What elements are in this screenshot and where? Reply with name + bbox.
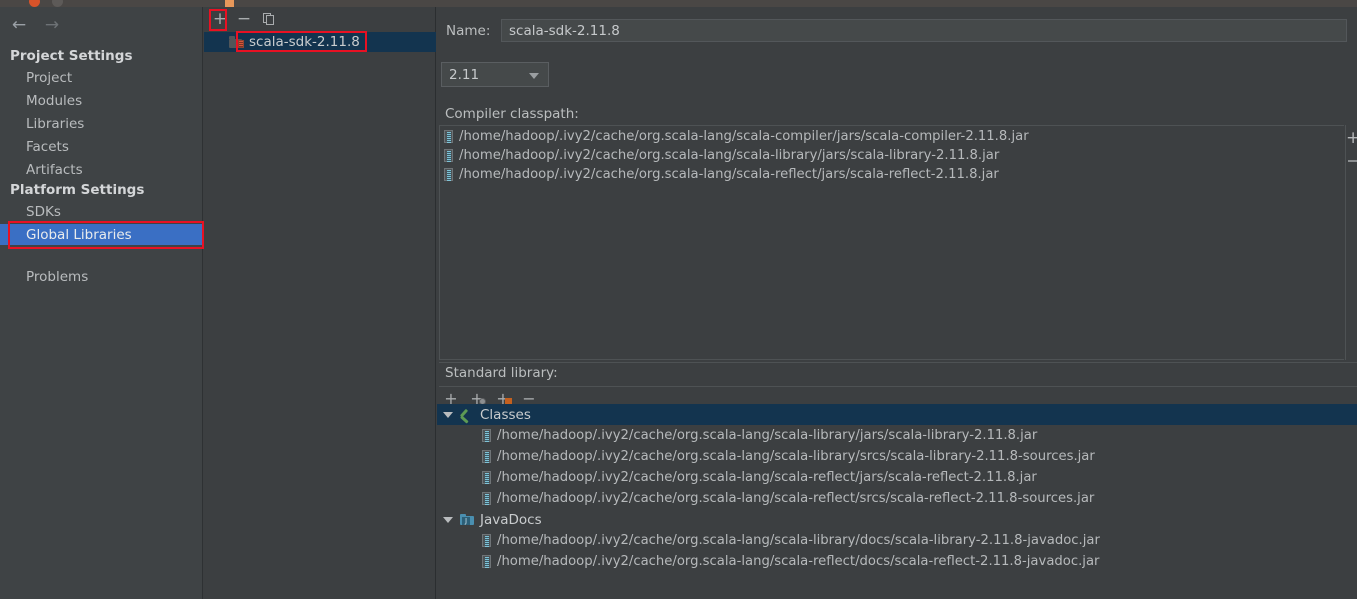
tree-leaf-classes-jar[interactable]: /home/hadoop/.ivy2/cache/org.scala-lang/… bbox=[437, 446, 1357, 467]
jar-icon bbox=[444, 130, 453, 143]
sidebar-item-modules[interactable]: Modules bbox=[0, 90, 203, 111]
library-list-item-scala-sdk[interactable]: scala-sdk-2.11.8 bbox=[204, 32, 436, 52]
library-list-item-label: scala-sdk-2.11.8 bbox=[249, 34, 360, 50]
tree-leaf-classes-jar[interactable]: /home/hadoop/.ivy2/cache/org.scala-lang/… bbox=[437, 425, 1357, 446]
library-name-input[interactable] bbox=[501, 19, 1347, 42]
tree-leaf-javadoc-jar[interactable]: /home/hadoop/.ivy2/cache/org.scala-lang/… bbox=[437, 551, 1357, 572]
add-classpath-button[interactable]: + bbox=[1346, 130, 1357, 147]
navigation-arrows: ← → bbox=[0, 12, 202, 38]
window-minimize-button[interactable] bbox=[52, 0, 63, 7]
sidebar-item-artifacts[interactable]: Artifacts bbox=[0, 159, 203, 180]
chevron-down-icon bbox=[529, 73, 539, 79]
tree-leaf-label: /home/hadoop/.ivy2/cache/org.scala-lang/… bbox=[497, 533, 1100, 548]
sidebar-item-sdks[interactable]: SDKs bbox=[0, 201, 203, 222]
scala-sdk-icon bbox=[229, 36, 244, 48]
tree-leaf-label: /home/hadoop/.ivy2/cache/org.scala-lang/… bbox=[497, 491, 1095, 506]
add-library-button[interactable]: + bbox=[210, 9, 230, 29]
jar-icon bbox=[482, 555, 491, 568]
tree-leaf-classes-jar[interactable]: /home/hadoop/.ivy2/cache/org.scala-lang/… bbox=[437, 488, 1357, 509]
remove-classpath-button[interactable] bbox=[1348, 160, 1357, 162]
group-title-platform-settings: Platform Settings bbox=[10, 182, 145, 198]
tree-leaf-label: /home/hadoop/.ivy2/cache/org.scala-lang/… bbox=[497, 428, 1038, 443]
window-close-button[interactable] bbox=[29, 0, 40, 7]
sidebar-item-project[interactable]: Project bbox=[0, 67, 203, 88]
settings-sidebar: ← → Project Settings Project Modules Lib… bbox=[0, 7, 203, 599]
name-label: Name: bbox=[446, 23, 491, 39]
remove-library-button[interactable]: − bbox=[234, 9, 254, 29]
tree-group-label: Classes bbox=[480, 406, 531, 423]
app-icon bbox=[225, 0, 234, 7]
jar-icon bbox=[482, 429, 491, 442]
tree-leaf-label: /home/hadoop/.ivy2/cache/org.scala-lang/… bbox=[497, 470, 1037, 485]
compiler-classpath-label: Compiler classpath: bbox=[445, 106, 579, 122]
compiler-classpath-list[interactable]: /home/hadoop/.ivy2/cache/org.scala-lang/… bbox=[439, 125, 1344, 360]
name-row: Name: bbox=[437, 19, 1357, 43]
back-arrow-icon[interactable]: ← bbox=[4, 16, 34, 34]
scala-version-dropdown[interactable]: 2.11 bbox=[441, 62, 549, 87]
sidebar-item-problems[interactable]: Problems bbox=[0, 266, 203, 287]
tree-group-javadocs[interactable]: J JavaDocs bbox=[437, 509, 1357, 530]
chevron-down-icon[interactable] bbox=[443, 516, 453, 523]
classpath-side-buttons: + bbox=[1345, 125, 1357, 360]
library-list-toolbar: + − bbox=[204, 7, 435, 31]
tree-leaf-classes-jar[interactable]: /home/hadoop/.ivy2/cache/org.scala-lang/… bbox=[437, 467, 1357, 488]
copy-library-button[interactable] bbox=[259, 10, 279, 28]
classpath-row-label: /home/hadoop/.ivy2/cache/org.scala-lang/… bbox=[459, 167, 999, 182]
standard-library-label: Standard library: bbox=[445, 365, 558, 381]
jar-icon bbox=[482, 534, 491, 547]
sidebar-item-libraries[interactable]: Libraries bbox=[0, 113, 203, 134]
classpath-row-label: /home/hadoop/.ivy2/cache/org.scala-lang/… bbox=[459, 129, 1029, 144]
standard-library-tree: Classes /home/hadoop/.ivy2/cache/org.sca… bbox=[437, 404, 1357, 572]
javadocs-folder-icon: J bbox=[460, 514, 474, 525]
group-title-project-settings: Project Settings bbox=[10, 48, 133, 64]
scala-version-value: 2.11 bbox=[449, 66, 480, 83]
copy-icon bbox=[263, 12, 275, 26]
tree-leaf-label: /home/hadoop/.ivy2/cache/org.scala-lang/… bbox=[497, 554, 1100, 569]
tree-leaf-javadoc-jar[interactable]: /home/hadoop/.ivy2/cache/org.scala-lang/… bbox=[437, 530, 1357, 551]
standard-library-divider-top bbox=[439, 362, 1357, 363]
classes-icon bbox=[460, 409, 474, 421]
jar-icon bbox=[482, 471, 491, 484]
forward-arrow-icon[interactable]: → bbox=[37, 16, 67, 34]
classpath-row[interactable]: /home/hadoop/.ivy2/cache/org.scala-lang/… bbox=[440, 127, 1344, 146]
tree-group-classes[interactable]: Classes bbox=[437, 404, 1357, 425]
sidebar-item-facets[interactable]: Facets bbox=[0, 136, 203, 157]
classpath-row[interactable]: /home/hadoop/.ivy2/cache/org.scala-lang/… bbox=[440, 165, 1344, 184]
library-tree: scala-sdk-2.11.8 bbox=[204, 32, 436, 52]
classpath-row-label: /home/hadoop/.ivy2/cache/org.scala-lang/… bbox=[459, 148, 1000, 163]
jar-icon bbox=[444, 168, 453, 181]
window-title-bar bbox=[0, 0, 1357, 7]
jar-icon bbox=[482, 492, 491, 505]
jar-icon bbox=[444, 149, 453, 162]
sidebar-item-global-libraries[interactable]: Global Libraries bbox=[0, 224, 203, 245]
chevron-down-icon[interactable] bbox=[443, 411, 453, 418]
tree-group-label: JavaDocs bbox=[480, 511, 542, 528]
library-list-panel: + − scala-sdk-2.11.8 bbox=[204, 7, 436, 599]
jar-icon bbox=[482, 450, 491, 463]
classpath-row[interactable]: /home/hadoop/.ivy2/cache/org.scala-lang/… bbox=[440, 146, 1344, 165]
tree-leaf-label: /home/hadoop/.ivy2/cache/org.scala-lang/… bbox=[497, 449, 1095, 464]
